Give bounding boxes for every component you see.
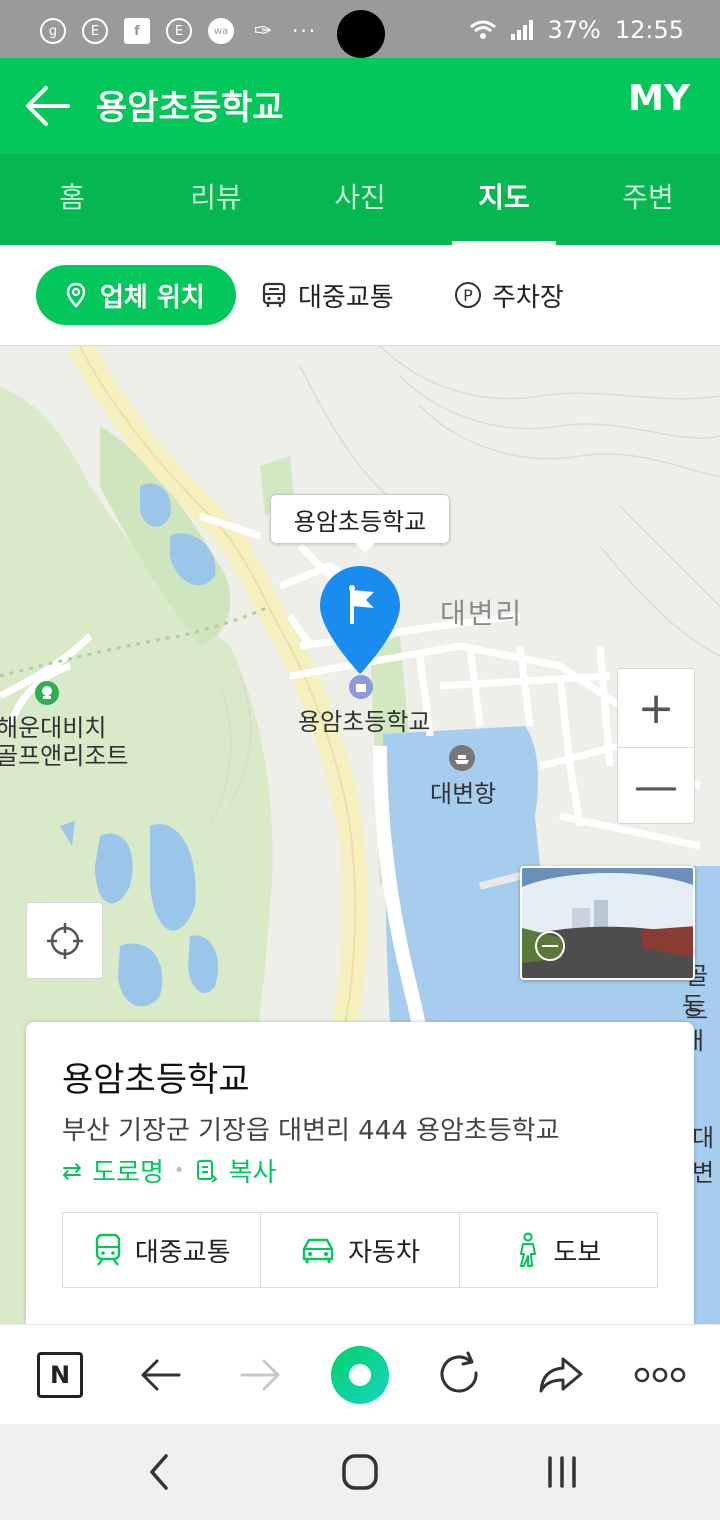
- bus-icon: [262, 282, 286, 307]
- tab-map[interactable]: 지도: [432, 154, 576, 245]
- facebook-icon: f: [124, 18, 150, 44]
- place-address: 부산 기장군 기장읍 대변리 444 용암초등학교: [62, 1116, 560, 1146]
- nav-home-icon[interactable]: [338, 1450, 382, 1494]
- notification-icons: g E f E wa ✑ ···: [40, 18, 317, 44]
- place-info-card: 용암초등학교 부산 기장군 기장읍 대변리 444 용암초등학교 ⇄ 도로명 •…: [26, 1022, 694, 1342]
- app-header: 용암초등학교 MY: [0, 58, 720, 154]
- e-icon: E: [166, 18, 192, 44]
- swap-arrows-icon: ⇄: [62, 1156, 83, 1185]
- battery-level: 37%: [547, 16, 601, 44]
- walking-person-icon: [520, 1232, 537, 1267]
- system-nav-bar: [0, 1424, 720, 1520]
- more-notifications: ···: [292, 19, 318, 43]
- golf-icon: [35, 681, 59, 705]
- transit-directions-button[interactable]: 대중교통: [63, 1213, 260, 1287]
- nav-back-icon[interactable]: [138, 1450, 182, 1494]
- my-button[interactable]: MY: [628, 78, 690, 119]
- transit-chip[interactable]: 대중교통: [260, 265, 394, 325]
- front-camera: [337, 10, 385, 58]
- wa-icon: wa: [208, 18, 234, 44]
- street-view-image: [522, 868, 693, 978]
- nav-recents-icon[interactable]: [540, 1450, 584, 1494]
- feather-icon: ✑: [253, 18, 273, 44]
- separator-dot: •: [173, 1160, 185, 1181]
- road-name-link[interactable]: 도로명: [92, 1152, 164, 1189]
- school-poi-icon: [349, 675, 373, 699]
- place-title: 용암초등학교: [62, 1060, 250, 1100]
- back-arrow-icon[interactable]: [133, 1347, 189, 1403]
- car-icon: [302, 1238, 334, 1263]
- status-bar: g E f E wa ✑ ··· 37% 12:55: [0, 0, 720, 58]
- transit-label: 대중교통: [298, 282, 394, 313]
- golf-label-line2: 골프앤리조트: [0, 742, 129, 770]
- port-label: 대변항: [430, 780, 497, 808]
- current-location-button[interactable]: [26, 902, 103, 979]
- arrow-left-icon[interactable]: [22, 80, 74, 132]
- business-location-chip[interactable]: 업체 위치: [36, 265, 236, 325]
- browser-toolbar: N: [0, 1324, 720, 1424]
- crosshair-icon: [46, 922, 83, 959]
- forward-arrow-icon[interactable]: [232, 1347, 288, 1403]
- wifi-icon: [470, 20, 497, 39]
- tab-reviews[interactable]: 리뷰: [144, 154, 288, 245]
- location-pin-icon: [66, 282, 86, 308]
- walk-directions-label: 도보: [553, 1237, 602, 1268]
- g-icon: g: [40, 18, 66, 44]
- clock: 12:55: [614, 16, 684, 44]
- svg-text:P: P: [463, 286, 473, 305]
- car-directions-button[interactable]: 자동차: [260, 1213, 458, 1287]
- directions-buttons: 대중교통 자동차 도보: [62, 1212, 658, 1288]
- zoom-in-button[interactable]: +: [618, 669, 694, 747]
- green-dot-icon[interactable]: [330, 1345, 390, 1405]
- tab-nearby[interactable]: 주변: [576, 154, 720, 245]
- signal-icon: [511, 20, 534, 40]
- walk-directions-button[interactable]: 도보: [458, 1213, 657, 1287]
- zoom-controls: + —: [617, 668, 695, 824]
- share-icon[interactable]: [533, 1347, 589, 1403]
- page-title: 용암초등학교: [96, 88, 284, 128]
- tab-photos[interactable]: 사진: [288, 154, 432, 245]
- edge-label-3: 대변: [692, 1124, 715, 1187]
- tab-home[interactable]: 홈: [0, 154, 144, 245]
- school-poi-label: 용암초등학교: [298, 708, 431, 736]
- marker-label-bubble[interactable]: 용암초등학교: [270, 494, 450, 553]
- train-icon: [95, 1233, 121, 1266]
- transit-directions-label: 대중교통: [134, 1237, 231, 1268]
- copy-link[interactable]: 복사: [229, 1152, 277, 1189]
- more-dots-icon[interactable]: [632, 1347, 688, 1403]
- parking-label: 주차장: [492, 282, 564, 313]
- region-label: 대변리: [440, 597, 524, 630]
- car-directions-label: 자동차: [348, 1237, 420, 1268]
- copy-icon: [196, 1159, 218, 1183]
- parking-chip[interactable]: P 주차장: [454, 265, 564, 325]
- naver-n-label: N: [37, 1352, 83, 1398]
- naver-n-icon[interactable]: N: [32, 1347, 88, 1403]
- parking-icon: P: [455, 282, 481, 308]
- refresh-icon[interactable]: [432, 1347, 488, 1403]
- business-location-label: 업체 위치: [100, 282, 205, 313]
- e-icon: E: [82, 18, 108, 44]
- street-view-thumbnail[interactable]: [520, 866, 695, 980]
- port-icon: [449, 745, 475, 771]
- tab-bar: 홈 리뷰 사진 지도 주변: [0, 154, 720, 245]
- map-filter-row: 업체 위치 대중교통 P 주차장: [0, 245, 720, 346]
- location-marker-icon[interactable]: [316, 562, 404, 678]
- zoom-out-button[interactable]: —: [618, 747, 694, 825]
